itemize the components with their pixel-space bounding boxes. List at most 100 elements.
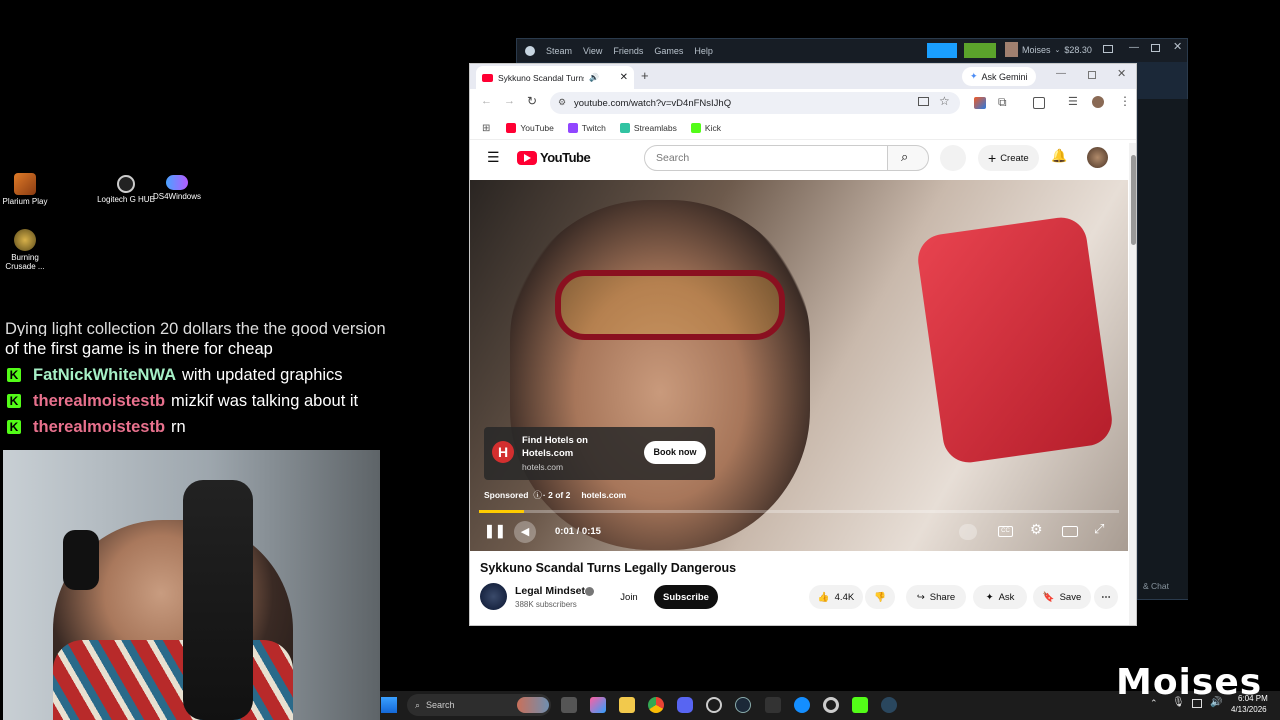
steam-menu-friends[interactable]: Friends xyxy=(613,46,643,56)
speaker-icon[interactable]: 🔊 xyxy=(589,73,599,82)
ccleaner-icon[interactable] xyxy=(823,697,839,713)
puzzle-icon[interactable]: ⧉ xyxy=(998,95,1010,109)
announcements-button[interactable] xyxy=(927,43,957,58)
install-icon[interactable] xyxy=(918,97,929,106)
more-actions-button[interactable]: ⋯ xyxy=(1094,585,1118,609)
more-menu-icon[interactable]: ⋮ xyxy=(1119,94,1131,108)
browser-tab[interactable]: Sykkuno Scandal Turns Legally Dangerous … xyxy=(476,66,634,89)
progress-bar[interactable] xyxy=(479,510,1119,513)
extension-icon[interactable] xyxy=(974,97,986,109)
video-player[interactable]: H Find Hotels on Hotels.com hotels.com B… xyxy=(470,180,1128,551)
play-pause-button[interactable]: ❚❚ xyxy=(484,523,506,539)
discord-icon[interactable] xyxy=(677,697,693,713)
create-button[interactable]: + Create xyxy=(978,145,1039,171)
apps-icon[interactable]: ⊞ xyxy=(482,123,490,134)
clock-date[interactable]: 4/13/2026 xyxy=(1231,705,1267,714)
save-button[interactable]: 🔖 Save xyxy=(1033,585,1091,609)
address-bar[interactable]: ⚙ youtube.com/watch?v=vD4nFNsIJhQ ☆ xyxy=(550,92,960,114)
notifications-button[interactable] xyxy=(964,43,996,58)
fullscreen-icon[interactable]: ⤢ xyxy=(1094,521,1104,537)
kick-badge-icon: K xyxy=(7,394,21,408)
new-tab-button[interactable]: + xyxy=(641,68,649,83)
minimize-button[interactable]: — xyxy=(1056,68,1066,79)
minimize-button[interactable]: — xyxy=(1129,42,1139,53)
dislike-button[interactable]: 👎 xyxy=(865,585,895,609)
notifications-bell-icon[interactable]: 🔔 xyxy=(1051,148,1067,164)
microphone-icon[interactable] xyxy=(940,145,966,171)
close-button[interactable]: ✕ xyxy=(1173,40,1182,53)
like-button[interactable]: 👍 4.4K xyxy=(809,585,863,609)
kick-icon[interactable] xyxy=(852,697,868,713)
close-button[interactable]: ✕ xyxy=(1117,67,1126,80)
copilot-icon[interactable] xyxy=(590,697,606,713)
settings-gear-icon[interactable]: ⚙ xyxy=(1030,521,1043,538)
youtube-search-input[interactable]: Search xyxy=(644,145,888,171)
autoplay-toggle[interactable] xyxy=(959,524,977,540)
theater-mode-icon[interactable] xyxy=(1062,526,1078,537)
steam-icon[interactable] xyxy=(735,697,751,713)
chrome-icon[interactable] xyxy=(648,697,664,713)
channel-avatar[interactable] xyxy=(480,583,507,610)
steam-icon[interactable] xyxy=(881,697,897,713)
bookmark-star-icon[interactable]: ☆ xyxy=(939,94,950,108)
big-picture-icon[interactable] xyxy=(1103,45,1113,53)
ask-gemini-button[interactable]: ✦ Ask Gemini xyxy=(962,67,1036,86)
steam-logo-icon xyxy=(525,45,535,56)
bookmark-kick[interactable]: Kick xyxy=(690,123,721,133)
friends-chat-button[interactable]: & Chat xyxy=(1143,581,1169,591)
book-now-button[interactable]: Book now xyxy=(644,441,706,464)
join-button[interactable]: Join xyxy=(610,585,648,609)
volume-button[interactable]: ◀ xyxy=(514,521,536,543)
captions-icon[interactable]: CC xyxy=(998,526,1013,537)
info-icon[interactable]: ⓘ xyxy=(533,489,542,501)
task-view-icon[interactable] xyxy=(561,697,577,713)
obs-icon[interactable] xyxy=(706,697,722,713)
site-info-icon[interactable]: ⚙ xyxy=(558,97,566,108)
ad-card[interactable]: H Find Hotels on Hotels.com hotels.com B… xyxy=(484,427,715,480)
ask-button[interactable]: ✦ Ask xyxy=(973,585,1027,609)
share-button[interactable]: ↪ Share xyxy=(906,585,966,609)
subscribe-button[interactable]: Subscribe xyxy=(654,585,718,609)
bookmark-streamlabs[interactable]: Streamlabs xyxy=(619,123,677,133)
hamburger-menu-icon[interactable]: ☰ xyxy=(487,149,500,166)
media-icon[interactable] xyxy=(1033,97,1045,109)
battlenet-icon[interactable] xyxy=(794,697,810,713)
search-button[interactable]: ⌕ xyxy=(887,145,929,171)
bookmarks-bar: ⊞ YouTube Twitch Streamlabs Kick xyxy=(470,117,1136,140)
wow-icon xyxy=(14,229,36,251)
desktop-icon-burning-crusade[interactable]: Burning Crusade ... xyxy=(0,229,55,271)
channel-name[interactable]: Legal Mindset xyxy=(515,585,585,597)
steam-side-panel xyxy=(1138,99,1188,599)
steam-user-menu[interactable]: Moises ⌄ $28.30 xyxy=(1005,42,1092,57)
desktop-icon-ds4windows[interactable]: DS4Windows xyxy=(147,175,207,201)
maximize-button[interactable] xyxy=(1088,71,1096,79)
profile-avatar[interactable] xyxy=(1092,96,1104,108)
bookmark-youtube[interactable]: YouTube xyxy=(506,123,554,133)
file-explorer-icon[interactable] xyxy=(619,697,635,713)
maximize-button[interactable] xyxy=(1151,44,1160,52)
steam-menu-steam[interactable]: Steam xyxy=(546,46,572,56)
youtube-icon xyxy=(506,123,517,133)
steam-menu-help[interactable]: Help xyxy=(694,46,713,56)
tab-title: Sykkuno Scandal Turns Legally Dangerous xyxy=(498,72,584,83)
playlist-icon[interactable]: ☰ xyxy=(1068,95,1080,108)
scrollbar-thumb[interactable] xyxy=(1130,155,1136,245)
account-avatar[interactable] xyxy=(1087,147,1108,168)
taskbar-search[interactable]: ⌕ Search xyxy=(407,694,551,716)
reload-icon[interactable]: ↻ xyxy=(527,94,537,108)
steam-menu-games[interactable]: Games xyxy=(654,46,683,56)
forward-icon[interactable]: → xyxy=(504,95,515,107)
page-scrollbar[interactable] xyxy=(1129,143,1136,625)
back-icon[interactable]: ← xyxy=(481,95,492,107)
close-tab-icon[interactable]: ✕ xyxy=(620,72,628,83)
youtube-logo[interactable]: YouTube xyxy=(517,150,591,165)
hotels-logo-icon: H xyxy=(492,441,514,463)
windows-start-icon[interactable] xyxy=(381,697,397,713)
desktop-icon-plarium-play[interactable]: Plarium Play xyxy=(0,173,55,206)
bookmark-twitch[interactable]: Twitch xyxy=(567,123,606,133)
epic-games-icon[interactable] xyxy=(765,697,781,713)
chrome-window[interactable]: Sykkuno Scandal Turns Legally Dangerous … xyxy=(469,63,1137,626)
steam-menu-view[interactable]: View xyxy=(583,46,602,56)
thumbs-up-icon: 👍 xyxy=(817,591,830,603)
chair xyxy=(183,480,253,720)
